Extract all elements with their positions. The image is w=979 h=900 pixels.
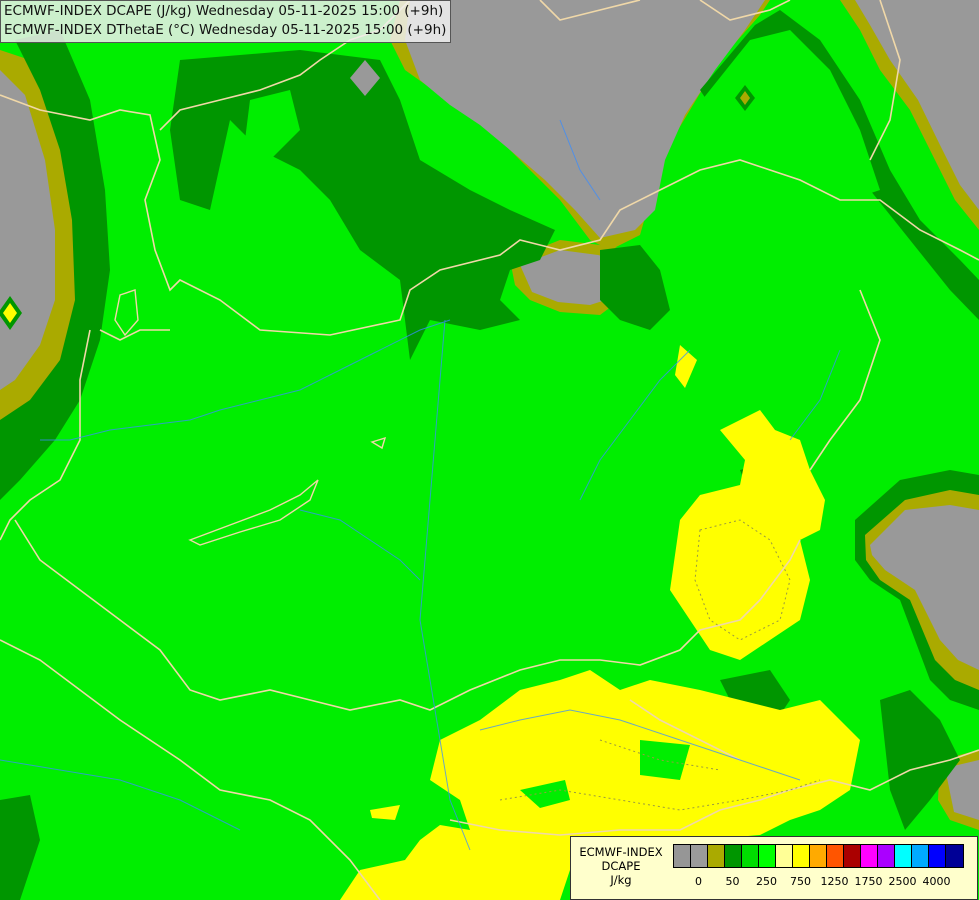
legend-swatch <box>691 845 708 867</box>
legend-tick-label: 750 <box>790 875 811 888</box>
legend-tick-label: 1250 <box>820 875 849 888</box>
legend-swatch <box>725 845 742 867</box>
legend-swatch <box>878 845 895 867</box>
weather-map <box>0 0 979 900</box>
legend-swatch <box>759 845 776 867</box>
legend-swatch <box>929 845 946 867</box>
legend-tick-label: 50 <box>725 875 740 888</box>
title-line-dthetae: ECMWF-INDEX DThetaE (°C) Wednesday 05-11… <box>4 22 447 38</box>
legend-title-line1: ECMWF-INDEX <box>579 845 663 859</box>
legend-ticks: 0 50 250 750 1250 1750 2500 4000 <box>673 875 963 889</box>
title-line-dcape: ECMWF-INDEX DCAPE (J/kg) Wednesday 05-11… <box>4 3 444 19</box>
legend-tick-label: 0 <box>695 875 702 888</box>
legend-swatch <box>708 845 725 867</box>
legend-tick-label: 4000 <box>922 875 951 888</box>
legend-tick-label: 250 <box>756 875 777 888</box>
legend-unit: J/kg <box>610 873 632 887</box>
legend-swatch <box>793 845 810 867</box>
legend-swatch <box>674 845 691 867</box>
legend-swatch <box>810 845 827 867</box>
legend-swatch <box>742 845 759 867</box>
legend-tick-label: 2500 <box>888 875 917 888</box>
legend-swatch <box>946 845 963 867</box>
map-title-box: ECMWF-INDEX DCAPE (J/kg) Wednesday 05-11… <box>0 0 452 43</box>
legend-swatches <box>673 844 964 868</box>
legend-swatch <box>895 845 912 867</box>
legend-tick-label: 1750 <box>854 875 883 888</box>
color-legend: ECMWF-INDEX DCAPE J/kg 0 50 250 750 1250 1750… <box>570 836 978 900</box>
legend-swatch <box>844 845 861 867</box>
legend-swatch <box>776 845 793 867</box>
legend-swatch <box>827 845 844 867</box>
legend-swatch <box>912 845 929 867</box>
legend-title-line2: DCAPE <box>601 859 641 873</box>
legend-title: ECMWF-INDEX DCAPE J/kg <box>575 845 667 887</box>
legend-swatch <box>861 845 878 867</box>
